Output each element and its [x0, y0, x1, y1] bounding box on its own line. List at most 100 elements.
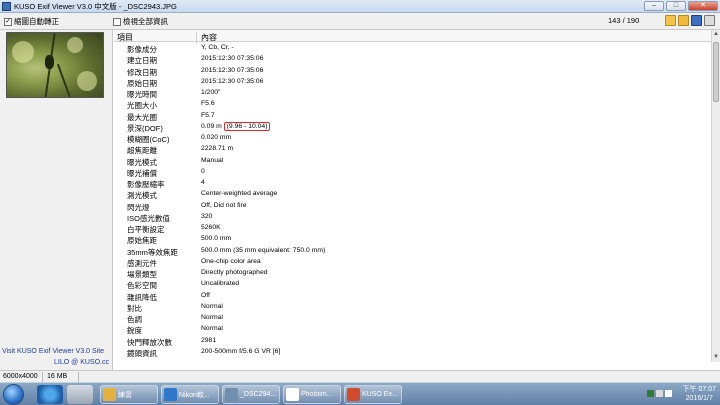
row-value-text: 2015:12:30 07:35:06	[201, 66, 264, 74]
checkbox-unchecked-icon[interactable]	[113, 17, 121, 26]
taskbar: 練習 Nikon軟... _DSC294... Photoim... KUSO Ex..…	[0, 382, 720, 405]
explorer-pinned-icon[interactable]	[67, 385, 93, 404]
table-row[interactable]: 白平衡設定 5260K	[114, 223, 711, 234]
task-label: Photoim...	[301, 391, 333, 398]
table-row[interactable]: 感測元件 One-chip color area	[114, 257, 711, 268]
table-row[interactable]: 超焦距離 2228.71 m	[114, 144, 711, 155]
network-icon[interactable]	[647, 390, 654, 397]
row-value-text: One-chip color area	[201, 257, 261, 265]
scroll-down-icon[interactable]: ▼	[712, 353, 720, 362]
row-value-text: Uncalibrated	[201, 280, 240, 288]
table-row[interactable]: 場景類型 Directly photographed	[114, 268, 711, 279]
table-row[interactable]: 影像成分 Y, Cb, Cr, -	[114, 43, 711, 54]
table-row[interactable]: 色調 Normal	[114, 313, 711, 324]
taskbar-task[interactable]: Nikon軟...	[161, 385, 219, 404]
table-row[interactable]: 景深(DOF) 0.09 m (9.96 - 10.04)	[114, 121, 711, 133]
author-link[interactable]: LILO @ KUSO.cc	[54, 359, 109, 366]
open-folder-icon[interactable]	[665, 15, 676, 26]
file-size: 16 MB	[47, 373, 68, 380]
window-title: KUSO Exif Viewer V3.0 中文版 - _DSC2943.JPG	[14, 1, 177, 11]
table-row[interactable]: 修改日期 2015:12:30 07:35:06	[114, 66, 711, 77]
row-value-text: 1/200"	[201, 89, 221, 96]
image-thumbnail	[6, 32, 104, 98]
taskbar-task[interactable]: KUSO Ex...	[344, 385, 402, 404]
table-row[interactable]: 曝光模式 Manual	[114, 156, 711, 167]
table-row[interactable]: 快門釋放次數 2981	[114, 336, 711, 347]
close-button[interactable]: ✕	[688, 1, 718, 11]
print-icon[interactable]	[704, 15, 715, 26]
row-value-text: Normal	[201, 314, 223, 321]
row-item-value: Off, Did not fire	[201, 202, 247, 209]
task-label: Nikon軟...	[179, 391, 210, 399]
column-header-item[interactable]: 項目	[117, 32, 133, 43]
row-item-value: Normal	[201, 314, 223, 321]
checkbox-checked-icon[interactable]: ✓	[4, 17, 12, 26]
row-item-value: Uncalibrated	[201, 280, 239, 287]
toolbar: ✓ 縮圖自動轉正 檢視全部資訊 143 / 190	[0, 13, 720, 30]
table-row[interactable]: 最大光圈 F5.7	[114, 111, 711, 122]
row-item-value: F5.6	[201, 100, 215, 107]
exif-table: 項目 內容 影像成分 Y, Cb, Cr, - 建立日期 2015:12:30 07:…	[114, 30, 711, 362]
left-panel: Visit KUSO Exif Viewer V3.0 Site LILO @ …	[0, 30, 113, 370]
table-row[interactable]: 光圈大小 F5.6	[114, 99, 711, 110]
column-header-content[interactable]: 內容	[201, 32, 217, 43]
table-row[interactable]: 曝光補償 0	[114, 167, 711, 178]
save-icon[interactable]	[691, 15, 702, 26]
clock-time: 下午 07:07	[682, 386, 716, 393]
dof-range-highlight: (9.96 - 10.04)	[223, 121, 271, 131]
window-controls: – □ ✕	[644, 1, 718, 11]
table-body: 影像成分 Y, Cb, Cr, - 建立日期 2015:12:30 07:35:06 修…	[114, 43, 711, 358]
row-value-text: 2015:12:30 07:35:06	[201, 77, 264, 85]
flag-icon[interactable]	[665, 390, 672, 397]
table-row[interactable]: 雜訊降低 Off	[114, 291, 711, 302]
volume-icon[interactable]	[656, 390, 663, 397]
taskbar-task[interactable]: 練習	[100, 385, 158, 404]
taskbar-clock[interactable]: 下午 07:07 2016/1/7	[683, 385, 716, 403]
table-row[interactable]: 色彩空間 Uncalibrated	[114, 279, 711, 290]
vertical-scrollbar[interactable]: ▲ ▼	[711, 30, 720, 362]
start-button[interactable]	[3, 384, 24, 405]
table-row[interactable]: 閃光燈 Off, Did not fire	[114, 201, 711, 212]
auto-rotate-checkbox[interactable]: ✓ 縮圖自動轉正	[4, 16, 59, 27]
scroll-up-icon[interactable]: ▲	[712, 30, 720, 39]
row-item-value: 2015:12:30 07:35:06	[201, 55, 263, 62]
row-item-value: One-chip color area	[201, 258, 261, 265]
row-item-value: 0	[201, 168, 205, 175]
image-counter: 143 / 190	[608, 16, 640, 25]
taskbar-task[interactable]: Photoim...	[283, 385, 341, 404]
row-item-value: Off	[201, 292, 210, 299]
table-row[interactable]: 銳度 Normal	[114, 324, 711, 335]
show-all-checkbox[interactable]: 檢視全部資訊	[113, 16, 168, 27]
row-item-value: 2981	[201, 337, 216, 344]
table-row[interactable]: 鏡頭資訊 200-500mm f/5.6 G VR [6]	[114, 347, 711, 358]
table-row[interactable]: 原始日期 2015:12:30 07:35:06	[114, 77, 711, 88]
taskbar-task[interactable]: _DSC294...	[222, 385, 280, 404]
table-row[interactable]: 對比 Normal	[114, 302, 711, 313]
maximize-button[interactable]: □	[666, 1, 686, 11]
table-row[interactable]: 曝光時間 1/200"	[114, 88, 711, 99]
row-value-text: Y, Cb, Cr, -	[201, 44, 234, 51]
task-label: KUSO Ex...	[362, 391, 398, 398]
row-value-text: 5260K	[201, 224, 221, 231]
table-row[interactable]: ISO感光數值 320	[114, 212, 711, 223]
table-row[interactable]: 建立日期 2015:12:30 07:35:06	[114, 54, 711, 65]
table-row[interactable]: 原始焦距 500.0 mm	[114, 234, 711, 245]
table-row[interactable]: 35mm等效焦距 500.0 mm (35 mm equivalent: 750.…	[114, 246, 711, 257]
table-row[interactable]: 模糊圈(CoC) 0.020 mm	[114, 133, 711, 144]
row-value-text: F5.7	[201, 111, 215, 119]
table-row[interactable]: 影像壓縮率 4	[114, 178, 711, 189]
row-value-text: 0.09 m	[201, 122, 222, 130]
status-divider	[42, 372, 43, 382]
row-value-text: 0	[201, 167, 205, 175]
row-item-value: 5260K	[201, 224, 221, 231]
visit-site-link[interactable]: Visit KUSO Exif Viewer V3.0 Site	[2, 348, 104, 355]
minimize-button[interactable]: –	[644, 1, 664, 11]
folder-icon[interactable]	[678, 15, 689, 26]
row-item-value: Normal	[201, 303, 223, 310]
ie-pinned-icon[interactable]	[37, 385, 63, 404]
row-item-value: 320	[201, 213, 212, 220]
row-value-text: Directly photographed	[201, 269, 268, 276]
auto-rotate-label: 縮圖自動轉正	[14, 17, 59, 26]
table-row[interactable]: 測光模式 Center-weighted average	[114, 189, 711, 200]
scroll-thumb[interactable]	[713, 42, 719, 102]
